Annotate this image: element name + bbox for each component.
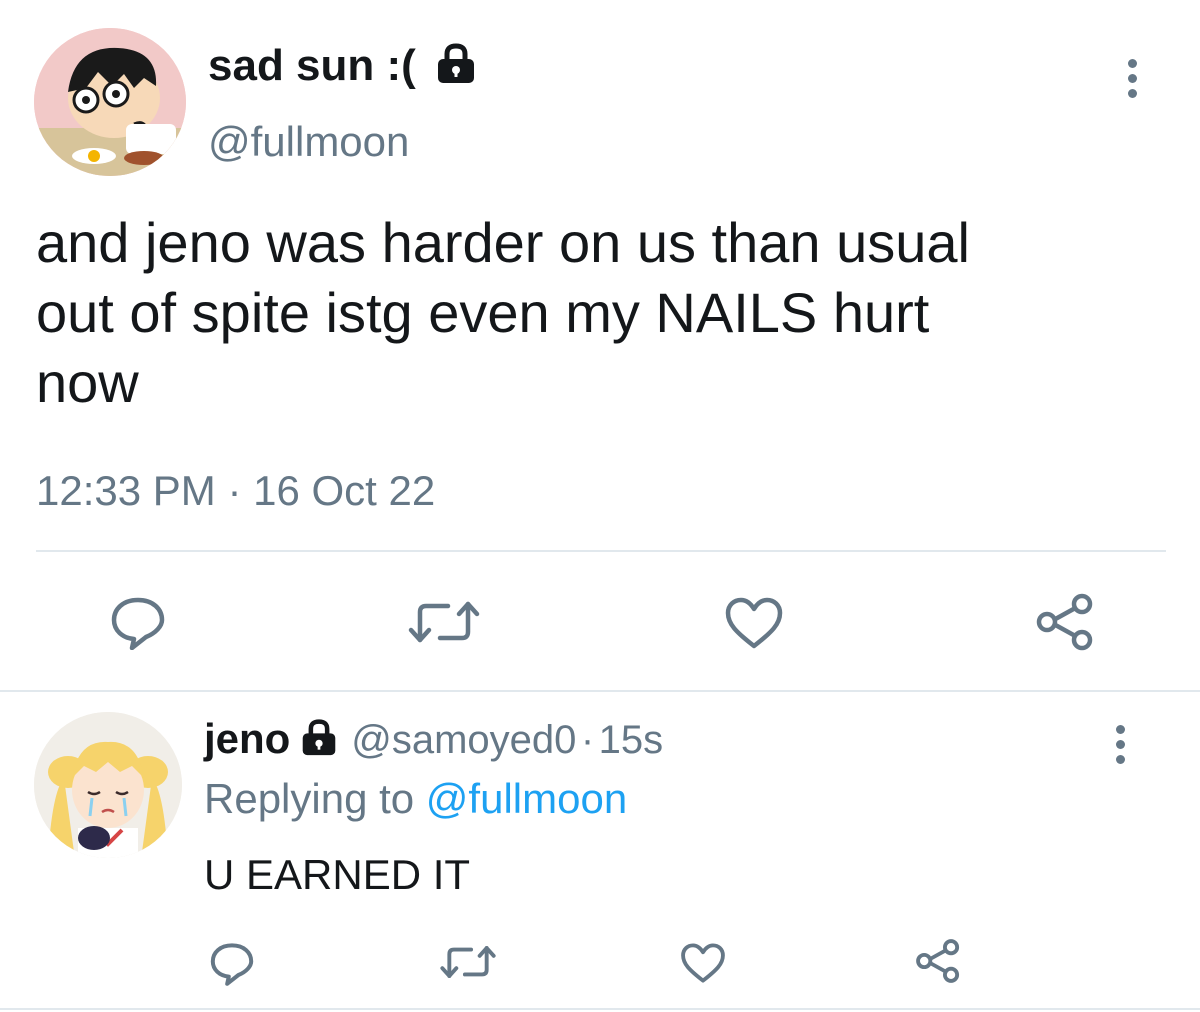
reply-author-avatar[interactable] [34, 712, 182, 858]
reply-icon[interactable] [108, 594, 168, 650]
share-icon[interactable] [1034, 592, 1096, 652]
lock-icon [299, 718, 339, 756]
divider [0, 1008, 1200, 1010]
divider [0, 690, 1200, 692]
like-icon[interactable] [724, 596, 784, 650]
replying-to-mention[interactable]: @fullmoon [426, 775, 627, 822]
share-icon[interactable] [914, 938, 962, 984]
reply-age[interactable]: 15s [599, 718, 664, 762]
author-handle[interactable]: @fullmoon [208, 117, 409, 167]
more-options-icon[interactable] [1116, 722, 1125, 767]
reply-header: jeno @samoyed0 · 15s [204, 714, 663, 765]
reply-handle[interactable]: @samoyed0 [351, 718, 576, 762]
reply-meta-separator: · [580, 718, 595, 762]
like-icon[interactable] [680, 942, 726, 984]
more-options-icon[interactable] [1128, 56, 1137, 101]
tweet-text: and jeno was harder on us than usual out… [36, 211, 970, 414]
tweet-date: 16 Oct 22 [253, 467, 436, 514]
replying-to-prefix: Replying to [204, 775, 415, 822]
replying-to-line: Replying to @fullmoon [204, 774, 627, 824]
reply-text: U EARNED IT [204, 851, 471, 898]
tweet-time: 12:33 PM [36, 467, 216, 514]
reply-display-name[interactable]: jeno [204, 715, 290, 762]
divider [36, 550, 1166, 552]
reply-icon[interactable] [208, 940, 256, 986]
author-display-name[interactable]: sad sun :( [208, 40, 478, 92]
lock-icon [434, 42, 478, 84]
display-name-text: sad sun :( [208, 41, 416, 90]
retweet-icon[interactable] [440, 944, 496, 980]
tweet-timestamp[interactable]: 12:33 PM · 16 Oct 22 [36, 466, 435, 516]
timestamp-separator: · [227, 467, 242, 514]
retweet-icon[interactable] [408, 600, 480, 644]
author-avatar[interactable] [34, 28, 186, 176]
